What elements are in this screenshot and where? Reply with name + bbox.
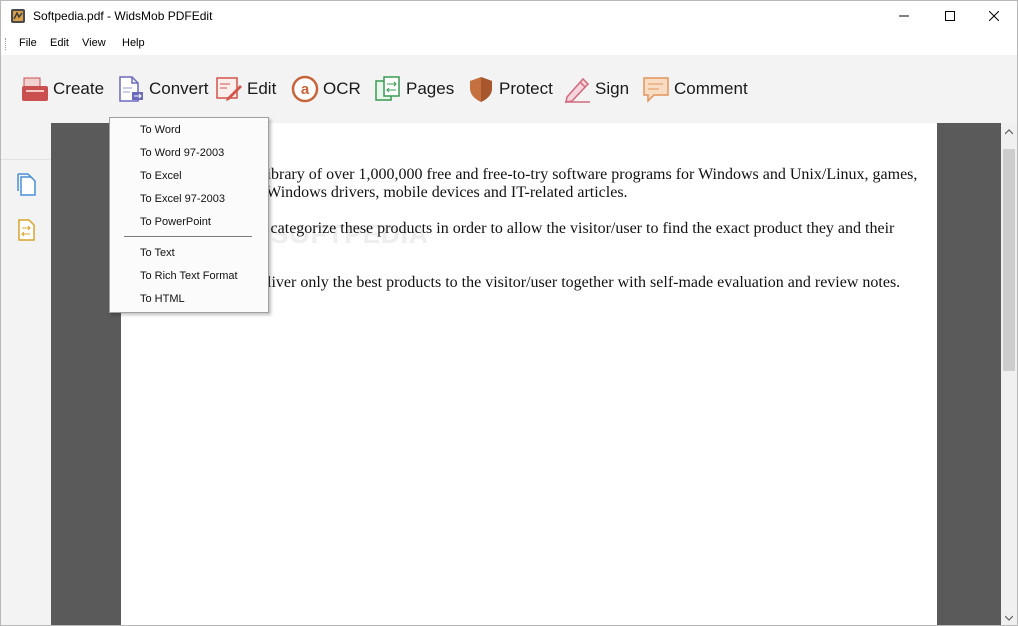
paragraph-1-line-2: Mac software, Windows drivers, mobile de… <box>171 184 628 201</box>
paragraph-2-line-2: system needs. <box>171 238 911 256</box>
paragraph-2-line-1: We review and categorize these products … <box>171 220 895 237</box>
protect-button[interactable]: Protect <box>467 73 553 105</box>
paragraph-1-line-1: Softpedia is a library of over 1,000,000… <box>171 166 918 183</box>
menu-separator <box>124 236 252 237</box>
pages-icon <box>374 75 402 103</box>
menu-item-to-excel[interactable]: To Excel <box>140 170 182 182</box>
svg-text:a: a <box>301 81 310 98</box>
sign-label: Sign <box>595 79 630 98</box>
pages-thumbnail-icon[interactable] <box>16 172 38 201</box>
paragraph-2: We review and categorize these products … <box>171 220 911 256</box>
comment-button[interactable]: Comment <box>642 73 748 105</box>
maximize-button[interactable] <box>927 1 973 32</box>
menu-bar: File Edit View Help <box>1 32 1017 55</box>
chevron-up-icon <box>1004 122 1014 140</box>
create-icon <box>21 75 49 103</box>
create-label: Create <box>53 79 105 98</box>
protect-icon <box>467 75 495 103</box>
menu-file[interactable]: File <box>19 37 37 49</box>
chevron-down-icon <box>1004 608 1014 625</box>
protect-label: Protect <box>499 79 553 98</box>
paragraph-3-line-1: We strive to deliver only the best produ… <box>171 274 901 291</box>
edit-button[interactable]: Edit <box>215 73 276 105</box>
comment-icon <box>642 75 670 103</box>
convert-dropdown-menu: To Word To Word 97-2003 To Excel To Exce… <box>109 117 269 313</box>
scroll-down-button[interactable] <box>1001 609 1017 625</box>
sign-button[interactable]: Sign <box>563 73 629 105</box>
menu-item-to-text[interactable]: To Text <box>140 247 175 259</box>
menu-view[interactable]: View <box>82 37 106 49</box>
menu-item-to-rich-text-format[interactable]: To Rich Text Format <box>140 270 238 282</box>
close-icon <box>988 8 1000 26</box>
menu-item-to-html[interactable]: To HTML <box>140 293 185 305</box>
comment-label: Comment <box>674 79 748 98</box>
ocr-icon: a <box>291 75 319 103</box>
close-button[interactable] <box>971 1 1017 32</box>
menu-item-to-excel-97-2003[interactable]: To Excel 97-2003 <box>140 193 225 205</box>
edit-icon <box>215 75 243 103</box>
pages-label: Pages <box>406 79 455 98</box>
window-title: Softpedia.pdf - WidsMob PDFEdit <box>33 9 213 23</box>
paragraph-1: Softpedia is a library of over 1,000,000… <box>171 166 918 202</box>
maximize-icon <box>945 8 955 26</box>
menu-grip <box>5 38 8 50</box>
scroll-up-button[interactable] <box>1001 123 1017 139</box>
edit-label: Edit <box>247 79 277 98</box>
app-window: Softpedia.pdf - WidsMob PDFEdit File Edi… <box>0 0 1018 626</box>
scroll-thumb[interactable] <box>1003 149 1015 371</box>
create-button[interactable]: Create <box>21 73 104 105</box>
ocr-label: OCR <box>323 79 361 98</box>
minimize-icon <box>899 8 909 26</box>
menu-item-to-powerpoint[interactable]: To PowerPoint <box>140 216 211 228</box>
menu-item-to-word[interactable]: To Word <box>140 124 181 136</box>
menu-edit[interactable]: Edit <box>50 37 69 49</box>
side-divider <box>1 159 51 160</box>
pages-button[interactable]: Pages <box>374 73 454 105</box>
ocr-button[interactable]: a OCR <box>291 73 361 105</box>
convert-button[interactable]: Convert <box>117 73 209 105</box>
vertical-scrollbar[interactable] <box>1001 123 1017 625</box>
menu-item-to-word-97-2003[interactable]: To Word 97-2003 <box>140 147 224 159</box>
app-icon <box>10 8 26 24</box>
minimize-button[interactable] <box>881 1 927 32</box>
menu-help[interactable]: Help <box>122 37 145 49</box>
side-panel <box>1 123 51 625</box>
document-outline-icon[interactable] <box>16 218 38 247</box>
convert-icon <box>117 75 145 103</box>
paragraph-3: We strive to deliver only the best produ… <box>171 274 911 292</box>
sign-icon <box>563 75 591 103</box>
convert-label: Convert <box>149 79 209 98</box>
toolbar: Create Convert Edit a OCR Pages Protect … <box>1 55 1017 123</box>
title-bar: Softpedia.pdf - WidsMob PDFEdit <box>1 1 1017 32</box>
